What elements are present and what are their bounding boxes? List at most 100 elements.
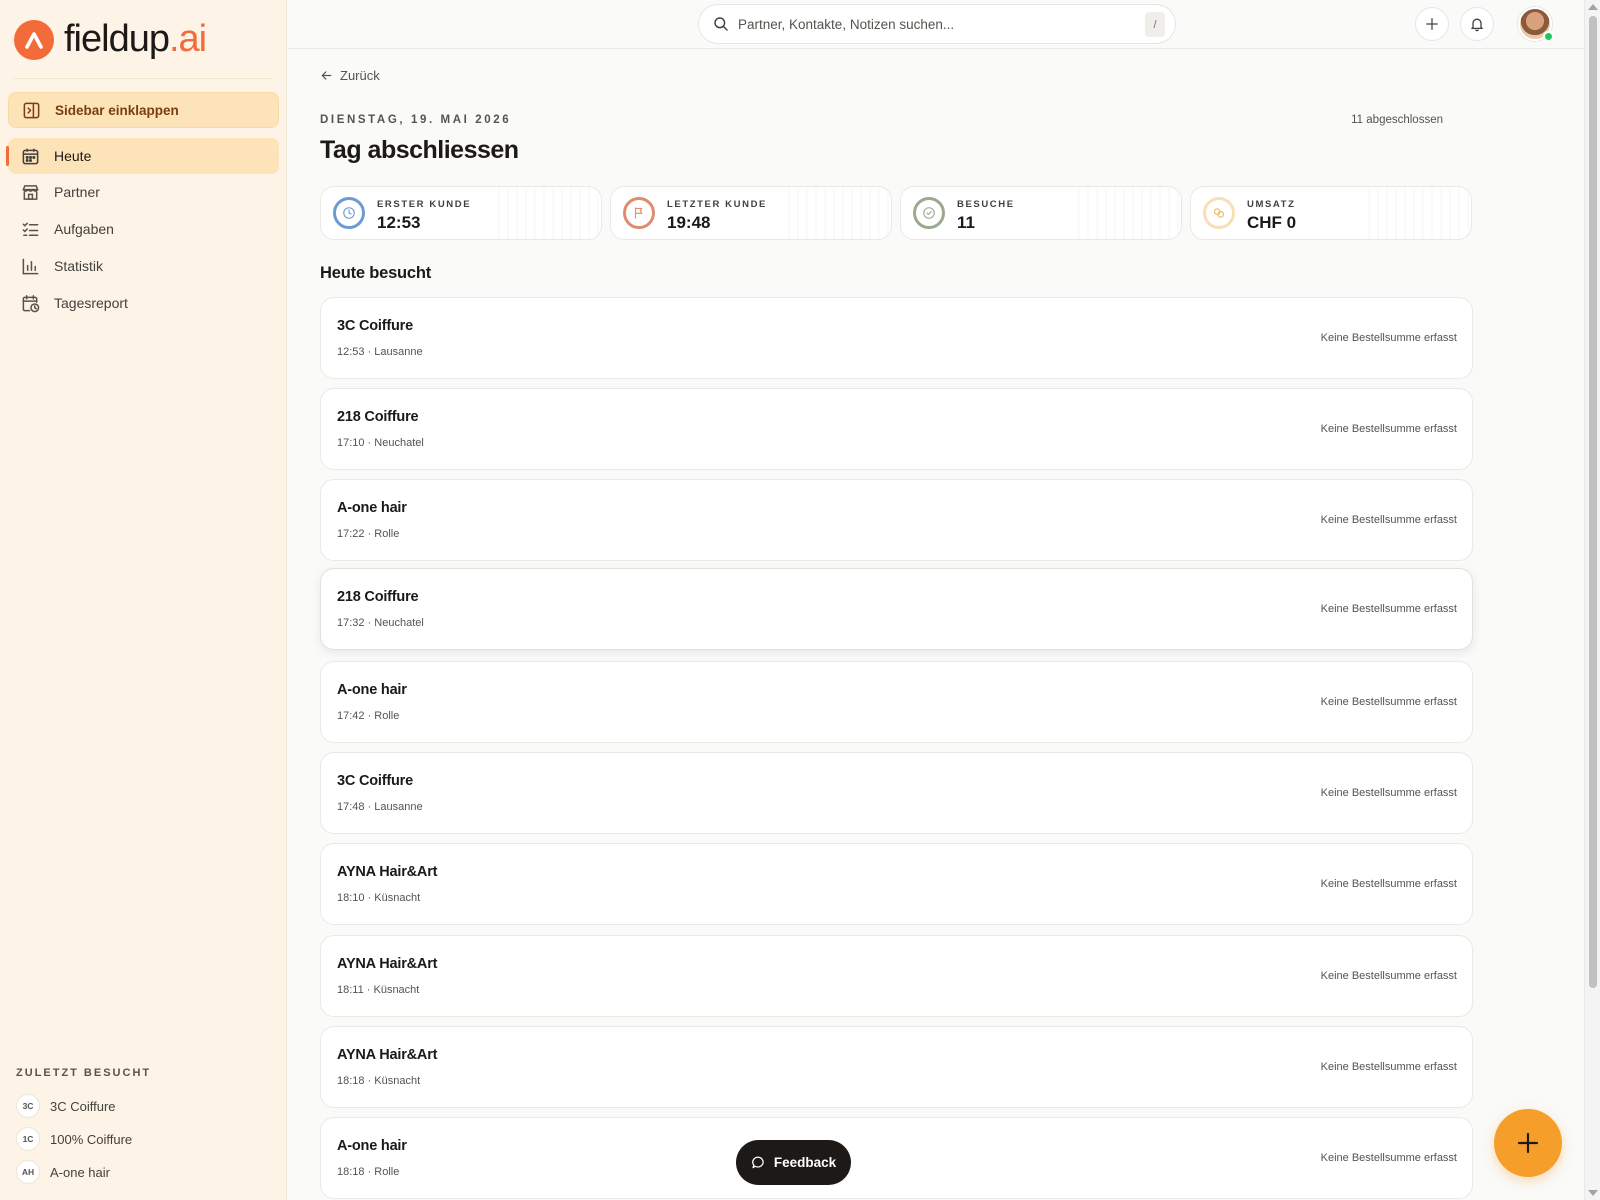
page-scrollbar[interactable] <box>1584 0 1600 1200</box>
partner-badge: 1C <box>16 1127 40 1151</box>
visit-order-sum: Keine Bestellsumme erfasst <box>1320 603 1457 615</box>
visit-time-location: 18:18 · Rolle <box>337 1166 400 1178</box>
visit-time-location: 17:42 · Rolle <box>337 710 400 722</box>
add-visit-fab[interactable] <box>1494 1109 1562 1177</box>
recent-item-label: 3C Coiffure <box>50 1098 116 1114</box>
visit-time-location: 18:10 · Küsnacht <box>337 892 421 904</box>
visit-partner-name: 3C Coiffure <box>337 318 413 334</box>
visit-card[interactable]: 3C Coiffure 12:53 · Lausanne Keine Beste… <box>320 297 1473 379</box>
visit-order-sum: Keine Bestellsumme erfasst <box>1320 970 1457 982</box>
topbar: / <box>288 0 1584 49</box>
page-title: Tag abschliessen <box>320 136 519 164</box>
sidebar-item-label: Partner <box>54 184 100 200</box>
feedback-button[interactable]: Feedback <box>736 1140 851 1185</box>
visit-partner-name: AYNA Hair&Art <box>337 864 438 880</box>
back-link[interactable]: Zurück <box>320 68 380 83</box>
stat-label: UMSATZ <box>1247 199 1296 210</box>
feedback-label: Feedback <box>773 1155 837 1170</box>
sidebar-item-heute[interactable]: Heute <box>6 138 279 174</box>
recent-item[interactable]: 1C 100% Coiffure <box>16 1126 132 1152</box>
search-input[interactable] <box>738 16 1128 32</box>
coins-icon <box>1203 197 1235 229</box>
sidebar-item-label: Aufgaben <box>54 221 114 237</box>
bar-chart-icon <box>22 258 39 274</box>
sidebar-item-label: Statistik <box>54 258 104 274</box>
search-bar[interactable]: / <box>698 4 1176 44</box>
visit-card[interactable]: 3C Coiffure 17:48 · Lausanne Keine Beste… <box>320 752 1473 834</box>
sidebar-item-aufgaben[interactable]: Aufgaben <box>8 211 279 247</box>
stat-value: 11 <box>957 213 975 232</box>
stat-value: CHF 0 <box>1247 213 1297 232</box>
sidebar: fieldup.ai Sidebar einklappen Heute Part… <box>0 0 287 1200</box>
back-label: Zurück <box>340 68 380 83</box>
visit-card[interactable]: AYNA Hair&Art 18:18 · Küsnacht Keine Bes… <box>320 1026 1473 1108</box>
visit-card[interactable]: AYNA Hair&Art 18:10 · Küsnacht Keine Bes… <box>320 843 1473 925</box>
visit-time-location: 17:22 · Rolle <box>337 528 400 540</box>
visit-card[interactable]: 218 Coiffure 17:10 · Neuchatel Keine Bes… <box>320 388 1473 470</box>
collapse-sidebar-label: Sidebar einklappen <box>55 102 179 118</box>
logo-text: fieldup.ai <box>64 18 207 60</box>
recent-item[interactable]: AH A-one hair <box>16 1159 110 1185</box>
collapse-sidebar-button[interactable]: Sidebar einklappen <box>8 92 279 128</box>
calendar-icon <box>22 148 39 164</box>
visit-partner-name: A-one hair <box>337 500 407 516</box>
visit-order-sum: Keine Bestellsumme erfasst <box>1320 423 1457 435</box>
visit-partner-name: A-one hair <box>337 1138 407 1154</box>
visit-partner-name: AYNA Hair&Art <box>337 956 438 972</box>
arrow-left-icon <box>321 71 332 80</box>
task-list-icon <box>22 222 39 236</box>
bell-icon <box>1471 18 1483 32</box>
visit-partner-name: A-one hair <box>337 682 407 698</box>
stat-label: BESUCHE <box>957 199 1015 210</box>
visit-order-sum: Keine Bestellsumme erfasst <box>1320 514 1457 526</box>
scroll-thumb[interactable] <box>1589 16 1597 988</box>
sidebar-item-label: Tagesreport <box>54 295 128 311</box>
sidebar-toggle-icon <box>23 102 40 118</box>
visit-card[interactable]: A-one hair 18:18 · Rolle Keine Bestellsu… <box>320 1117 1473 1199</box>
visit-time-location: 17:48 · Lausanne <box>337 801 423 813</box>
store-icon <box>22 184 39 200</box>
partner-badge: 3C <box>16 1094 40 1118</box>
sidebar-item-partner[interactable]: Partner <box>8 174 279 210</box>
logo-mark-icon <box>14 19 54 60</box>
visit-order-sum: Keine Bestellsumme erfasst <box>1320 787 1457 799</box>
visit-time-location: 18:18 · Küsnacht <box>337 1075 421 1087</box>
recent-visits-title: ZULETZT BESUCHT <box>16 1067 152 1079</box>
notifications-button[interactable] <box>1460 7 1494 41</box>
sidebar-item-tagesreport[interactable]: Tagesreport <box>8 285 279 321</box>
visit-time-location: 17:32 · Neuchatel <box>337 617 424 629</box>
search-shortcut-hint: / <box>1145 12 1165 37</box>
visit-card[interactable]: AYNA Hair&Art 18:11 · Küsnacht Keine Bes… <box>320 935 1473 1017</box>
sidebar-item-label: Heute <box>54 148 92 164</box>
stat-label: ERSTER KUNDE <box>377 199 472 210</box>
section-title-visited-today: Heute besucht <box>320 264 432 282</box>
divider <box>14 78 272 79</box>
stat-value: 12:53 <box>377 213 421 232</box>
add-button[interactable] <box>1415 7 1449 41</box>
stat-revenue: UMSATZ CHF 0 <box>1190 186 1472 240</box>
visit-card[interactable]: 218 Coiffure 17:32 · Neuchatel Keine Bes… <box>320 568 1473 650</box>
calendar-clock-icon <box>22 294 40 312</box>
search-icon <box>714 17 728 31</box>
visit-partner-name: AYNA Hair&Art <box>337 1047 438 1063</box>
visit-order-sum: Keine Bestellsumme erfasst <box>1320 332 1457 344</box>
visit-card[interactable]: A-one hair 17:22 · Rolle Keine Bestellsu… <box>320 479 1473 561</box>
recent-item[interactable]: 3C 3C Coiffure <box>16 1093 116 1119</box>
visit-card[interactable]: A-one hair 17:42 · Rolle Keine Bestellsu… <box>320 661 1473 743</box>
clock-icon <box>333 197 365 229</box>
online-status-dot <box>1543 31 1554 42</box>
scroll-up-arrow-icon[interactable] <box>1588 4 1598 10</box>
stat-last-customer: LETZTER KUNDE 19:48 <box>610 186 892 240</box>
plus-icon <box>1426 18 1438 30</box>
visit-order-sum: Keine Bestellsumme erfasst <box>1320 1061 1457 1073</box>
visit-partner-name: 218 Coiffure <box>337 589 419 605</box>
brand-logo[interactable]: fieldup.ai <box>14 18 207 61</box>
scroll-down-arrow-icon[interactable] <box>1588 1190 1598 1196</box>
sidebar-item-statistik[interactable]: Statistik <box>8 248 279 284</box>
recent-item-label: 100% Coiffure <box>50 1131 133 1147</box>
visit-order-sum: Keine Bestellsumme erfasst <box>1320 1152 1457 1164</box>
visit-time-location: 17:10 · Neuchatel <box>337 437 424 449</box>
closed-count: 11 abgeschlossen <box>1351 114 1443 126</box>
recent-item-label: A-one hair <box>50 1164 110 1180</box>
visit-time-location: 12:53 · Lausanne <box>337 346 423 358</box>
